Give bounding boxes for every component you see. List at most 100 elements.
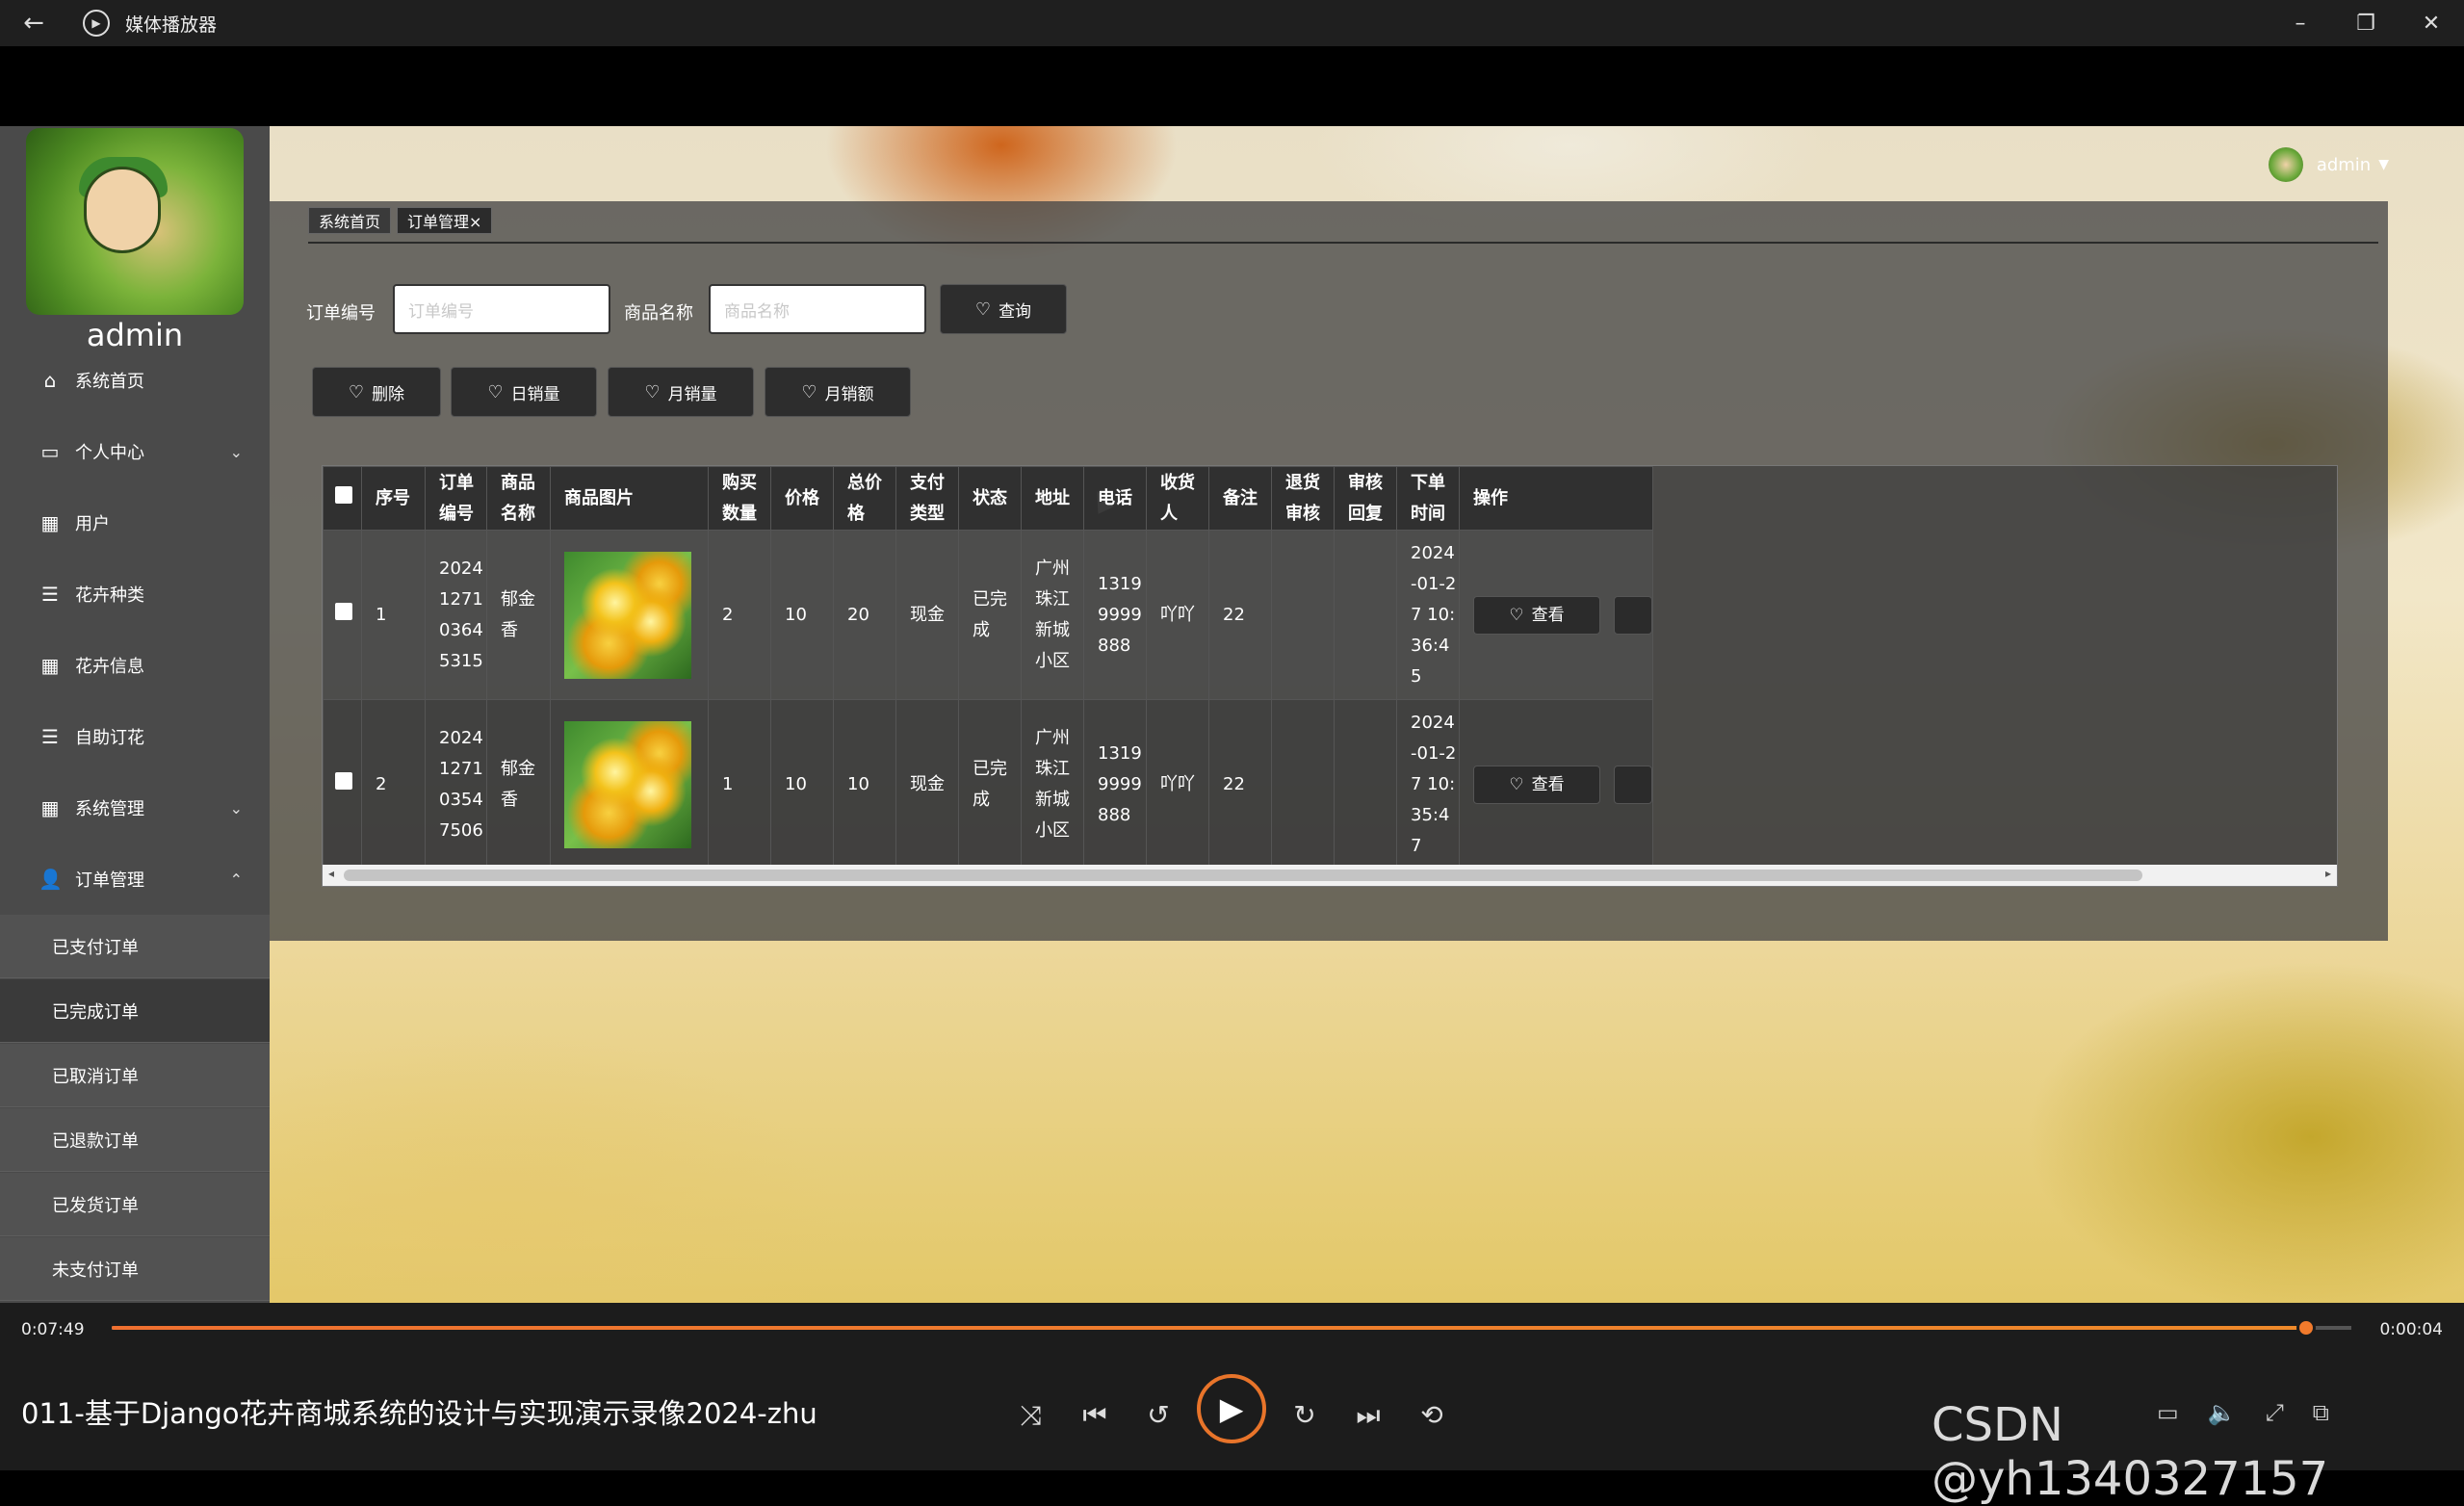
window-titlebar: ← ▶ 媒体播放器 – ❐ ✕ — [0, 0, 2464, 46]
cell-no: 2 — [361, 699, 426, 870]
sidebar-subitem-2[interactable]: 已取消订单 — [0, 1044, 270, 1107]
tab-order-management[interactable]: 订单管理× — [397, 207, 493, 234]
sidebar-subitem-5[interactable]: 未支付订单 — [0, 1237, 270, 1301]
sidebar-item-4[interactable]: ▦ 花卉信息 — [0, 630, 270, 701]
view-button[interactable]: ♡ 查看 — [1473, 765, 1600, 804]
column-header: 收货人 — [1146, 466, 1209, 531]
sidebar-item-2[interactable]: ▦ 用户 — [0, 487, 270, 558]
select-all-checkbox[interactable] — [335, 485, 352, 504]
card-icon: ▭ — [40, 440, 60, 463]
sidebar-item-label: 系统首页 — [75, 372, 144, 392]
avatar — [26, 128, 244, 315]
column-header — [323, 466, 362, 531]
sidebar-subitem-4[interactable]: 已发货订单 — [0, 1173, 270, 1236]
repeat-icon[interactable]: ⟲ — [1408, 1399, 1456, 1431]
sidebar-subitem-1[interactable]: 已完成订单 — [0, 979, 270, 1043]
sidebar-item-1[interactable]: ▭ 个人中心 ⌄ — [0, 416, 270, 487]
sidebar-item-label: 系统管理 — [75, 799, 144, 819]
table-icon: ▦ — [40, 796, 60, 819]
tab-home[interactable]: 系统首页 — [308, 207, 392, 234]
query-button[interactable]: ♡ 查询 — [940, 284, 1067, 334]
sidebar-item-5[interactable]: ☰ 自助订花 — [0, 701, 270, 772]
cell-pay: 现金 — [895, 699, 959, 870]
column-header: 退货审核 — [1271, 466, 1335, 531]
sidebar-item-label: 用户 — [75, 514, 110, 534]
column-header: 购买数量 — [708, 466, 771, 531]
sidebar-item-3[interactable]: ☰ 花卉种类 — [0, 558, 270, 630]
cell-no: 1 — [361, 530, 426, 700]
cell-reply — [1334, 699, 1397, 870]
cell-ret — [1271, 699, 1335, 870]
row-checkbox[interactable] — [335, 771, 352, 790]
user-menu[interactable]: admin ▼ — [2268, 147, 2389, 182]
sidebar-item-7[interactable]: 👤 订单管理 ⌃ — [0, 844, 270, 915]
cell-order: 2024127103547506 — [425, 699, 487, 870]
play-icon: ▶ — [1219, 1390, 1244, 1427]
column-header: 价格 — [770, 466, 834, 531]
product-image — [564, 720, 691, 848]
daily-sales-button[interactable]: ♡ 日销量 — [451, 367, 597, 417]
video-frame: admin ⌂ 系统首页 ▭ 个人中心 ⌄ ▦ 用户 ☰ 花卉种类 ▦ 花卉信息 ☰ 自助订花 ▦ 系统管理… — [0, 126, 2464, 1303]
column-header: 序号 — [361, 466, 426, 531]
restore-icon[interactable]: ❐ — [2333, 0, 2399, 46]
seek-bar[interactable] — [112, 1318, 2351, 1337]
heart-icon: ♡ — [1509, 774, 1524, 794]
sidebar-item-0[interactable]: ⌂ 系统首页 — [0, 345, 270, 416]
close-icon[interactable]: ✕ — [2399, 0, 2464, 46]
minimize-icon[interactable]: – — [2268, 0, 2333, 46]
view-button[interactable]: ♡ 查看 — [1473, 595, 1600, 635]
column-header: 操作 — [1459, 466, 1653, 531]
grid-icon: ▦ — [40, 654, 60, 677]
horizontal-scrollbar[interactable]: ◂ ▸ — [323, 865, 2337, 886]
cell-product: 郁金香 — [486, 699, 551, 870]
monthly-volume-button[interactable]: ♡ 月销量 — [608, 367, 754, 417]
seek-knob[interactable] — [2296, 1318, 2317, 1337]
column-header: 审核回复 — [1334, 466, 1397, 531]
cell-addr: 广州珠江新城小区 — [1021, 530, 1084, 700]
sidebar-subitem-0[interactable]: 已支付订单 — [0, 915, 270, 978]
sidebar-item-6[interactable]: ▦ 系统管理 ⌄ — [0, 772, 270, 844]
row-checkbox[interactable] — [335, 602, 352, 620]
sidebar-subitem-3[interactable]: 已退款订单 — [0, 1108, 270, 1172]
play-button[interactable]: ▶ — [1197, 1374, 1266, 1443]
edit-button[interactable] — [1614, 595, 1652, 635]
monthly-amount-button[interactable]: ♡ 月销额 — [765, 367, 911, 417]
cell-qty: 1 — [708, 699, 771, 870]
cell-order: 2024127103645315 — [425, 530, 487, 700]
skip-back-10-icon[interactable]: ↺ — [1134, 1399, 1182, 1431]
cell-actions: ♡ 查看 — [1459, 530, 1653, 700]
caret-down-icon: ▼ — [2378, 157, 2389, 172]
column-header: 状态 — [958, 466, 1022, 531]
cell-time: 2024-01-27 10:35:47 — [1396, 699, 1460, 870]
cell-product: 郁金香 — [486, 530, 551, 700]
column-header: 订单编号 — [425, 466, 487, 531]
column-header: 地址 — [1021, 466, 1084, 531]
next-icon[interactable]: ⏭ — [1344, 1399, 1392, 1432]
edit-button[interactable] — [1614, 765, 1652, 804]
cell-phone: 13199999888 — [1083, 699, 1147, 870]
cell-total: 20 — [833, 530, 896, 700]
scroll-right-icon[interactable]: ▸ — [2325, 867, 2331, 880]
order-no-input[interactable]: 订单编号 — [393, 284, 610, 334]
header-username: admin — [2316, 154, 2372, 175]
scroll-left-icon[interactable]: ◂ — [328, 867, 334, 880]
heart-icon: ♡ — [644, 381, 661, 402]
video-title: 011-基于Django花卉商城系统的设计与实现演示录像2024-zhu — [21, 1397, 817, 1430]
cell-status: 已完成 — [958, 530, 1022, 700]
list-icon: ☰ — [41, 725, 59, 748]
previous-icon[interactable]: ⏮ — [1071, 1399, 1119, 1432]
cell-qty: 2 — [708, 530, 771, 700]
table-row: 2 2024127103547506 郁金香 1 10 10 现金 已完成 广州珠江新城小区 13… — [323, 699, 1653, 870]
heart-icon: ♡ — [487, 381, 504, 402]
cell-actions: ♡ 查看 — [1459, 699, 1653, 870]
column-header: 商品名称 — [486, 466, 551, 531]
product-name-input[interactable]: 商品名称 — [709, 284, 926, 334]
table-row: 1 2024127103645315 郁金香 2 10 20 现金 已完成 广州珠江新城小区 13… — [323, 530, 1653, 700]
image-cell — [550, 530, 709, 700]
back-arrow-icon[interactable]: ← — [0, 9, 67, 38]
delete-button[interactable]: ♡ 删除 — [312, 367, 441, 417]
cell-price: 10 — [770, 699, 834, 870]
shuffle-icon[interactable]: ⤨ — [1007, 1399, 1055, 1432]
heart-icon: ♡ — [1509, 605, 1524, 625]
skip-forward-30-icon[interactable]: ↻ — [1281, 1399, 1329, 1431]
